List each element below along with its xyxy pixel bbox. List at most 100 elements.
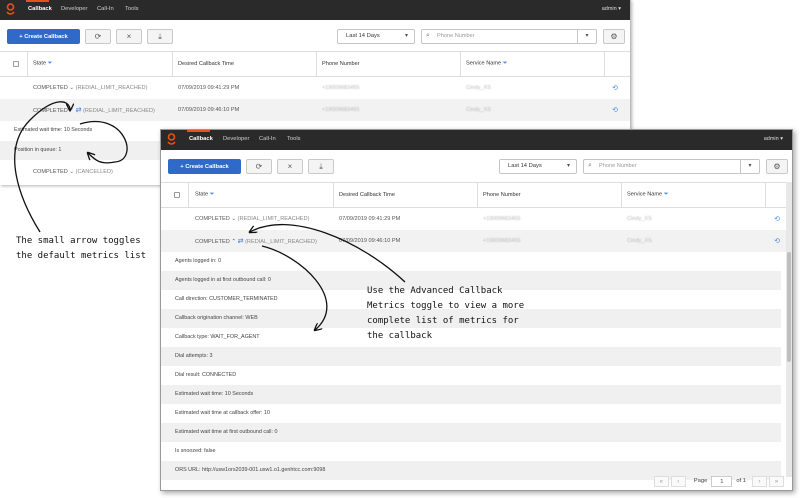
metric-item: Estimated wait time: 10 Seconds <box>14 127 93 133</box>
page-input[interactable]: 1 <box>711 475 733 487</box>
header-phone[interactable]: Phone Number <box>483 192 521 198</box>
scrollbar-thumb[interactable] <box>787 252 791 362</box>
close-icon: × <box>126 32 132 41</box>
date-range-select[interactable]: Last 14 Days ▾ <box>337 29 415 44</box>
header-desired-time[interactable]: Desired Callback Time <box>339 192 395 198</box>
table-header: State ⏷ Desired Callback Time Phone Numb… <box>161 182 792 208</box>
metric-item: Estimated wait time at callback offer: 1… <box>175 410 270 416</box>
search-icon: ⌕ <box>426 32 430 39</box>
row-service: Cindy_XS <box>466 107 491 113</box>
last-page-button[interactable]: » <box>769 475 784 487</box>
row-state: COMPLETED ⌄ (REDIAL_LIMIT_REACHED) <box>195 216 310 222</box>
chevron-down-icon[interactable]: ▾ <box>740 160 759 173</box>
chevron-up-icon[interactable]: ⌃ <box>69 108 74 114</box>
row-service: Cindy_XS <box>627 216 652 222</box>
header-service[interactable]: Service Name ⏷ <box>466 61 508 68</box>
genesys-logo <box>6 3 15 15</box>
header-state[interactable]: State ⏷ <box>195 192 214 199</box>
nav-tools[interactable]: Tools <box>287 136 301 142</box>
export-button[interactable]: ⤓ <box>147 29 173 44</box>
table-header: State ⏷ Desired Callback Time Phone Numb… <box>0 51 630 77</box>
nav-call-in[interactable]: Call-In <box>259 136 276 142</box>
header-service[interactable]: Service Name ⏷ <box>627 192 669 199</box>
page-count: of 1 <box>736 478 746 484</box>
metric-item: Is snoozed: false <box>175 448 216 454</box>
select-all-checkbox[interactable] <box>174 192 180 198</box>
refresh-button[interactable]: ⟳ <box>85 29 111 44</box>
settings-button[interactable]: ⚙ <box>766 159 788 174</box>
row-time: 07/09/2019 09:46:10 PM <box>178 107 240 113</box>
nav-tools[interactable]: Tools <box>125 6 139 12</box>
row-phone: +19009683455 <box>322 107 360 113</box>
row-time: 07/09/2019 09:41:29 PM <box>178 85 240 91</box>
table-row[interactable]: COMPLETED ⌃ ⇄ (REDIAL_LIMIT_REACHED) 07/… <box>0 99 630 121</box>
nav-developer[interactable]: Developer <box>61 6 87 12</box>
next-page-button[interactable]: › <box>752 475 767 487</box>
prev-page-button[interactable]: ‹ <box>670 475 686 487</box>
select-all-checkbox[interactable] <box>13 61 19 67</box>
metric-item: Estimated wait time: 10 Seconds <box>161 385 781 404</box>
cancel-button[interactable]: × <box>277 159 303 174</box>
filter-icon[interactable]: ⏷ <box>503 61 508 67</box>
metric-item: Estimated wait time at first outbound ca… <box>161 423 781 442</box>
pagination: « ‹ Page 1 of 1 › » <box>652 475 784 487</box>
first-page-button[interactable]: « <box>653 475 669 487</box>
header-phone[interactable]: Phone Number <box>322 61 360 67</box>
table-scrollbar[interactable] <box>786 182 792 477</box>
nav-callback[interactable]: Callback <box>189 136 213 142</box>
chevron-up-icon[interactable]: ⌃ <box>231 239 236 245</box>
refresh-icon: ⟳ <box>255 162 263 171</box>
chevron-down-icon: ▾ <box>566 163 570 169</box>
filter-icon[interactable]: ⏷ <box>48 61 53 67</box>
chevron-down-icon[interactable]: ⌄ <box>69 169 74 175</box>
cancel-button[interactable]: × <box>116 29 142 44</box>
settings-button[interactable]: ⚙ <box>603 29 625 44</box>
chevron-down-icon[interactable]: ⌄ <box>69 85 74 91</box>
metric-item: Agents logged in: 0 <box>175 258 222 264</box>
filter-icon[interactable]: ⏷ <box>210 192 215 198</box>
reschedule-icon[interactable]: ⟲ <box>612 84 618 92</box>
filter-icon[interactable]: ⏷ <box>664 192 669 198</box>
reschedule-icon[interactable]: ⟲ <box>774 215 780 223</box>
phone-search-input[interactable]: ⌕ Phone Number ▾ <box>583 159 760 174</box>
export-icon: ⤓ <box>319 161 323 171</box>
export-button[interactable]: ⤓ <box>308 159 334 174</box>
row-time: 07/09/2019 09:46:10 PM <box>339 238 401 244</box>
create-callback-button[interactable]: + Create Callback <box>168 159 241 174</box>
row-state: COMPLETED ⌄ (CANCELLED) <box>33 169 113 175</box>
create-callback-button[interactable]: + Create Callback <box>7 29 80 44</box>
header-state[interactable]: State ⏷ <box>33 61 52 68</box>
search-icon: ⌕ <box>588 162 592 169</box>
reschedule-icon[interactable]: ⟲ <box>774 237 780 245</box>
reschedule-icon[interactable]: ⟲ <box>612 106 618 114</box>
advanced-metrics-icon[interactable]: ⇄ <box>238 238 244 245</box>
nav-callback[interactable]: Callback <box>28 6 52 12</box>
row-time: 07/09/2019 09:41:29 PM <box>339 216 401 222</box>
annotation-advanced-metrics: Use the Advanced Callback Metrics toggle… <box>367 286 525 341</box>
row-phone: +19009683455 <box>483 238 521 244</box>
row-state: COMPLETED ⌃ ⇄ (REDIAL_LIMIT_REACHED) <box>33 107 155 114</box>
phone-search-input[interactable]: ⌕ Phone Number ▾ <box>421 29 597 44</box>
gear-icon: ⚙ <box>610 32 618 41</box>
nav-call-in[interactable]: Call-In <box>97 6 114 12</box>
row-phone: +19009683455 <box>322 85 360 91</box>
chevron-down-icon: ▾ <box>404 33 408 39</box>
row-phone: +19009683455 <box>483 216 521 222</box>
metric-item: Dial attempts: 3 <box>161 347 781 366</box>
header-desired-time[interactable]: Desired Callback Time <box>178 61 234 67</box>
row-service: Cindy_XS <box>627 238 652 244</box>
table-row[interactable]: COMPLETED ⌃ ⇄ (REDIAL_LIMIT_REACHED) 07/… <box>161 230 792 252</box>
date-range-select[interactable]: Last 14 Days ▾ <box>499 159 577 174</box>
metric-item: Dial result: CONNECTED <box>175 372 237 378</box>
table-row[interactable]: COMPLETED ⌄ (REDIAL_LIMIT_REACHED) 07/09… <box>161 208 792 230</box>
nav-developer[interactable]: Developer <box>223 136 249 142</box>
chevron-down-icon[interactable]: ▾ <box>577 30 596 43</box>
user-menu[interactable]: admin ▾ <box>764 136 783 142</box>
chevron-down-icon[interactable]: ⌄ <box>231 216 236 222</box>
advanced-metrics-icon[interactable]: ⇄ <box>76 107 82 114</box>
user-menu[interactable]: admin ▾ <box>602 6 621 12</box>
metric-item: Position in queue: 1 <box>0 141 160 160</box>
table-row[interactable]: COMPLETED ⌄ (REDIAL_LIMIT_REACHED) 07/09… <box>0 77 630 99</box>
refresh-button[interactable]: ⟳ <box>246 159 272 174</box>
annotation-small-arrow: The small arrow toggles the default metr… <box>16 236 147 261</box>
